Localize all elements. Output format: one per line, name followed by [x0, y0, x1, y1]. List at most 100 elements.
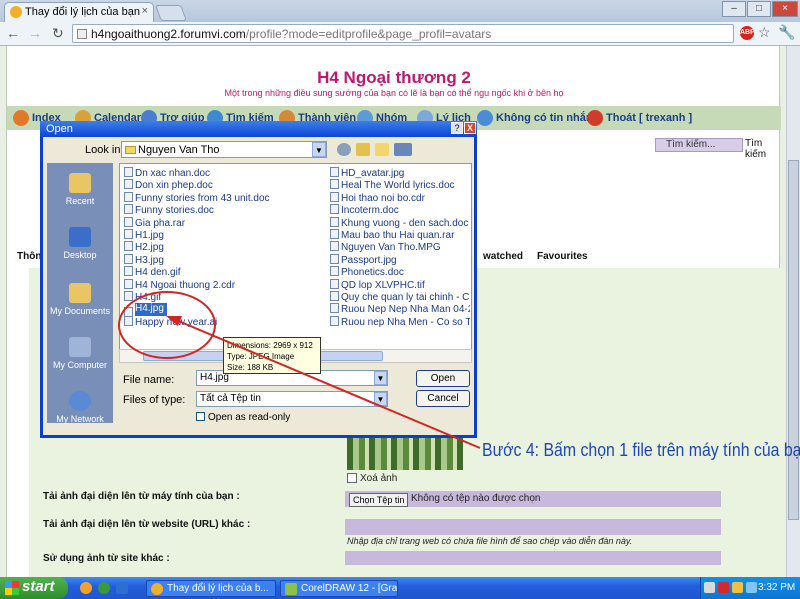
file-item[interactable]: Nguyen Van Tho.MPG	[330, 241, 470, 253]
maximize-icon[interactable]: □	[747, 1, 771, 17]
open-file-dialog: Open ? X Look in: Nguyen Van Tho ▼ Recen…	[40, 121, 477, 438]
cancel-button[interactable]: Cancel	[416, 390, 470, 407]
url-path: /profile?mode=editprofile&page_profil=av…	[245, 27, 492, 41]
file-item[interactable]: Heal The World lyrics.doc	[330, 179, 470, 191]
file-icon	[330, 253, 339, 264]
file-item[interactable]: H3.jpg	[124, 253, 324, 266]
file-item[interactable]: Passport.jpg	[330, 253, 470, 266]
new-folder-icon[interactable]	[375, 143, 389, 156]
file-item[interactable]: Funny stories.doc	[124, 204, 324, 216]
file-icon	[330, 191, 339, 202]
file-item[interactable]: H2.jpg	[124, 241, 324, 253]
menu-logout[interactable]: Thoát [ trexanh ]	[587, 110, 692, 126]
wrench-menu-icon[interactable]: 🔧	[778, 24, 795, 41]
file-item[interactable]: QD lop XLVPHC.tif	[330, 278, 470, 291]
quicklaunch-icon[interactable]	[80, 582, 92, 594]
forum-search-input[interactable]: Tìm kiếm...	[655, 138, 743, 152]
profile-tab-info[interactable]: Thôn	[17, 251, 41, 262]
profile-tab-watched[interactable]: watched	[483, 251, 523, 262]
menu-messages[interactable]: Không có tin nhắn	[477, 110, 593, 126]
adblock-icon[interactable]: ABP	[740, 26, 755, 40]
place-my-documents[interactable]: My Documents	[47, 283, 113, 316]
minimize-icon[interactable]: –	[722, 1, 746, 17]
address-bar[interactable]: h4ngoaithuong2.forumvi.com/profile?mode=…	[72, 24, 734, 43]
delete-avatar-row[interactable]: Xoá ảnh	[347, 473, 397, 484]
file-name-label: File name:	[123, 374, 175, 386]
file-item[interactable]: HD_avatar.jpg	[330, 167, 470, 179]
help-icon[interactable]: ?	[451, 122, 463, 134]
file-item[interactable]: Mau bao thu Hai quan.rar	[330, 228, 470, 241]
file-item[interactable]: Ruou nep Nha Men - Co so Tu Hoa	[330, 315, 470, 328]
place-my-network[interactable]: My Network	[47, 391, 113, 424]
forum-search-button[interactable]: Tìm kiếm	[745, 138, 785, 160]
place-recent[interactable]: Recent	[47, 173, 113, 206]
file-item[interactable]: Khung vuong - den sach.doc	[330, 216, 470, 229]
back-icon[interactable]: ←	[6, 25, 20, 41]
file-item-label: H4 den.gif	[135, 267, 181, 279]
other-site-label: Sử dụng ảnh từ site khác :	[43, 553, 170, 564]
favicon-icon	[10, 6, 22, 18]
file-item[interactable]: Phonetics.doc	[330, 266, 470, 278]
file-item-label: H2.jpg	[135, 242, 164, 254]
file-item[interactable]: Quy che quan ly tai chinh - Chi tieu	[330, 290, 470, 303]
file-item[interactable]: H4 den.gif	[124, 266, 324, 278]
close-tab-icon[interactable]: ×	[142, 5, 148, 17]
back-folder-icon[interactable]	[337, 143, 351, 156]
file-item[interactable]: H1.jpg	[124, 228, 324, 241]
file-icon	[330, 303, 339, 314]
file-item[interactable]: Gia pha.rar	[124, 216, 324, 229]
place-my-computer[interactable]: My Computer	[47, 337, 113, 370]
site-title: H4 Ngoại thương 2	[317, 68, 471, 87]
file-item[interactable]: Dn xac nhan.doc	[124, 167, 324, 179]
quicklaunch-icon[interactable]	[98, 582, 110, 594]
file-item-label: Funny stories from 43 unit.doc	[135, 192, 270, 204]
place-desktop[interactable]: Desktop	[47, 227, 113, 260]
tooltip-type: Type: JPEG Image	[227, 352, 295, 361]
file-item[interactable]: H4 Ngoai thuong 2.cdr	[124, 278, 324, 291]
close-window-icon[interactable]: ×	[772, 1, 798, 17]
browser-tab[interactable]: Thay đổi lý lịch của bạn ×	[4, 2, 154, 22]
file-item-label: Passport.jpg	[341, 254, 397, 266]
quicklaunch-icon[interactable]	[116, 582, 128, 594]
upload-url-input[interactable]	[345, 519, 721, 535]
dialog-close-icon[interactable]: X	[464, 122, 476, 134]
file-item[interactable]: Hoi thao noi bo.cdr	[330, 191, 470, 204]
bookmark-star-icon[interactable]: ☆	[758, 24, 771, 41]
file-item-label: Ruou Nep Nep Nha Man 04-2010.doc	[341, 304, 470, 316]
read-only-checkbox[interactable]	[196, 412, 205, 421]
open-button[interactable]: Open	[416, 370, 470, 387]
other-site-input[interactable]	[345, 551, 721, 565]
chevron-down-icon[interactable]: ▼	[312, 142, 326, 157]
taskbar-item-coreldraw[interactable]: CorelDRAW 12 - [Gra...	[280, 580, 398, 597]
files-of-type-select[interactable]: Tất cả Tệp tin	[196, 391, 388, 407]
file-item[interactable]: Funny stories from 43 unit.doc	[124, 191, 324, 204]
tray-icon[interactable]	[732, 582, 743, 593]
file-item[interactable]: Don xin phep.doc	[124, 179, 324, 191]
file-item-label: Gia pha.rar	[135, 217, 186, 229]
taskbar-item-browser[interactable]: Thay đổi lý lịch của b...	[146, 580, 276, 597]
tray-icon[interactable]	[718, 582, 729, 593]
file-icon	[330, 290, 339, 301]
choose-file-button[interactable]: Chọn Tệp tin	[349, 493, 409, 507]
upload-pc-label: Tải ảnh đại diện lên từ máy tính của bạn…	[43, 491, 240, 502]
reload-icon[interactable]: ↻	[52, 25, 64, 42]
forward-icon[interactable]: →	[28, 25, 42, 41]
start-button[interactable]: start	[0, 577, 68, 599]
new-tab-button[interactable]	[155, 5, 187, 21]
chevron-down-icon[interactable]: ▼	[374, 371, 387, 385]
up-folder-icon[interactable]	[356, 143, 370, 156]
chevron-down-icon[interactable]: ▼	[374, 392, 387, 406]
file-item[interactable]: Ruou Nep Nep Nha Man 04-2010.doc	[330, 303, 470, 315]
tray-icon[interactable]	[704, 582, 715, 593]
profile-tab-favourites[interactable]: Favourites	[537, 251, 588, 262]
page-scrollbar-thumb[interactable]	[788, 160, 799, 520]
volume-icon[interactable]	[746, 582, 757, 593]
look-in-select[interactable]: Nguyen Van Tho	[121, 141, 327, 158]
file-item[interactable]: Incoterm.doc	[330, 204, 470, 216]
view-menu-icon[interactable]	[394, 143, 412, 156]
file-item-label: Funny stories.doc	[135, 205, 214, 217]
read-only-option[interactable]: Open as read-only	[196, 412, 290, 423]
page-icon	[77, 29, 87, 39]
delete-avatar-checkbox[interactable]	[347, 473, 357, 484]
clock: 3:32 PM	[758, 582, 796, 593]
